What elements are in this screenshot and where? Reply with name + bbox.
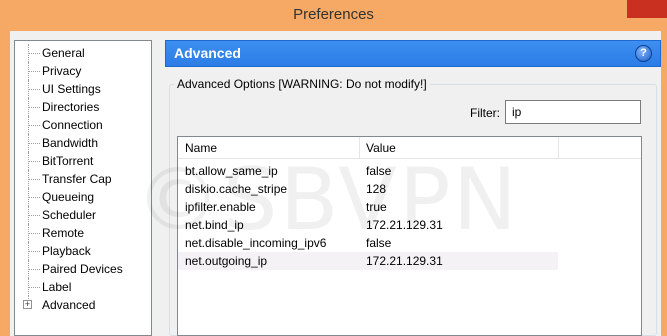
column-header-value[interactable]: Value (366, 141, 396, 155)
tree-connector (29, 143, 40, 144)
window-frame-left (0, 31, 10, 336)
tree-connector (29, 71, 40, 72)
tree-item-scheduler[interactable]: Scheduler (15, 206, 151, 224)
list-header: Name Value (178, 137, 641, 159)
tree-connector (29, 89, 40, 90)
tree-connector (29, 269, 40, 270)
list-row[interactable]: ipfilter.enable true (178, 198, 558, 216)
tree-item-ui-settings[interactable]: UI Settings (15, 80, 151, 98)
tree-item-label: Bandwidth (42, 136, 99, 150)
tree-item-label: Label (42, 280, 72, 294)
column-divider[interactable] (558, 137, 559, 159)
tree-item-general[interactable]: General (15, 44, 151, 62)
tree-item-privacy[interactable]: Privacy (15, 62, 151, 80)
help-icon[interactable]: ? (635, 45, 652, 62)
setting-name: net.bind_ip (185, 218, 244, 232)
tree-item-directories[interactable]: Directories (15, 98, 151, 116)
tree-connector (29, 161, 40, 162)
tree-connector (29, 197, 40, 198)
panel-title: Advanced (174, 45, 241, 61)
setting-name: net.outgoing_ip (185, 254, 268, 268)
close-button[interactable] (627, 0, 667, 18)
tree-item-label-settings[interactable]: Label (15, 278, 151, 296)
tree-item-queueing[interactable]: Queueing (15, 188, 151, 206)
setting-value: 172.21.129.31 (366, 254, 443, 268)
filter-input[interactable] (505, 100, 641, 124)
tree-item-advanced[interactable]: + Advanced (15, 296, 151, 314)
window-title: Preferences (293, 6, 374, 23)
tree-item-bandwidth[interactable]: Bandwidth (15, 134, 151, 152)
setting-name: bt.allow_same_ip (185, 164, 278, 178)
list-row[interactable]: net.disable_incoming_ipv6 false (178, 234, 558, 252)
setting-name: ipfilter.enable (185, 200, 256, 214)
column-header-name[interactable]: Name (185, 141, 217, 155)
tree-connector (29, 233, 40, 234)
setting-value: false (366, 236, 392, 250)
group-title: Advanced Options [WARNING: Do not modify… (174, 77, 430, 91)
tree-connector (29, 179, 40, 180)
tree-item-remote[interactable]: Remote (15, 224, 151, 242)
tree-connector (29, 287, 40, 288)
tree-item-label: General (42, 46, 85, 60)
tree-item-label: BitTorrent (42, 154, 94, 168)
tree-item-label: Advanced (42, 298, 96, 312)
tree-item-transfer-cap[interactable]: Transfer Cap (15, 170, 151, 188)
tree-connector (29, 251, 40, 252)
tree-item-label: Remote (42, 226, 85, 240)
window-frame-right (661, 31, 667, 336)
tree-item-label: Transfer Cap (42, 172, 112, 186)
setting-value: 172.21.129.31 (366, 218, 443, 232)
tree-item-label: Playback (42, 244, 91, 258)
setting-name: net.disable_incoming_ipv6 (185, 236, 327, 250)
tree-item-label: Privacy (42, 64, 82, 78)
tree-item-playback[interactable]: Playback (15, 242, 151, 260)
tree-item-label: Scheduler (42, 208, 97, 222)
list-row[interactable]: net.outgoing_ip 172.21.129.31 (178, 252, 558, 270)
tree-connector (29, 107, 40, 108)
setting-value: false (366, 164, 392, 178)
expand-icon[interactable]: + (23, 300, 32, 309)
title-bar: Preferences (0, 0, 667, 31)
filter-label: Filter: (470, 106, 500, 120)
list-row[interactable]: net.bind_ip 172.21.129.31 (178, 216, 558, 234)
setting-value: true (366, 200, 387, 214)
setting-value: 128 (366, 182, 387, 196)
tree-item-label: Paired Devices (42, 262, 123, 276)
tree-item-label: Connection (42, 118, 103, 132)
tree-item-bittorrent[interactable]: BitTorrent (15, 152, 151, 170)
tree-connector (29, 53, 40, 54)
column-divider[interactable] (359, 137, 360, 159)
tree-item-label: Directories (42, 100, 100, 114)
tree-item-connection[interactable]: Connection (15, 116, 151, 134)
tree-item-label: Queueing (42, 190, 95, 204)
preferences-tree[interactable]: General Privacy UI Settings Directories … (14, 40, 152, 336)
list-row[interactable]: diskio.cache_stripe 128 (178, 180, 558, 198)
tree-connector (29, 125, 40, 126)
tree-item-paired-devices[interactable]: Paired Devices (15, 260, 151, 278)
advanced-panel: Advanced ? Advanced Options [WARNING: Do… (165, 40, 661, 336)
tree-item-label: UI Settings (42, 82, 101, 96)
setting-name: diskio.cache_stripe (185, 182, 288, 196)
list-row[interactable]: bt.allow_same_ip false (178, 162, 558, 180)
tree-connector (29, 215, 40, 216)
advanced-settings-list[interactable]: Name Value bt.allow_same_ip false diskio.… (177, 136, 642, 336)
panel-header: Advanced ? (165, 40, 661, 67)
